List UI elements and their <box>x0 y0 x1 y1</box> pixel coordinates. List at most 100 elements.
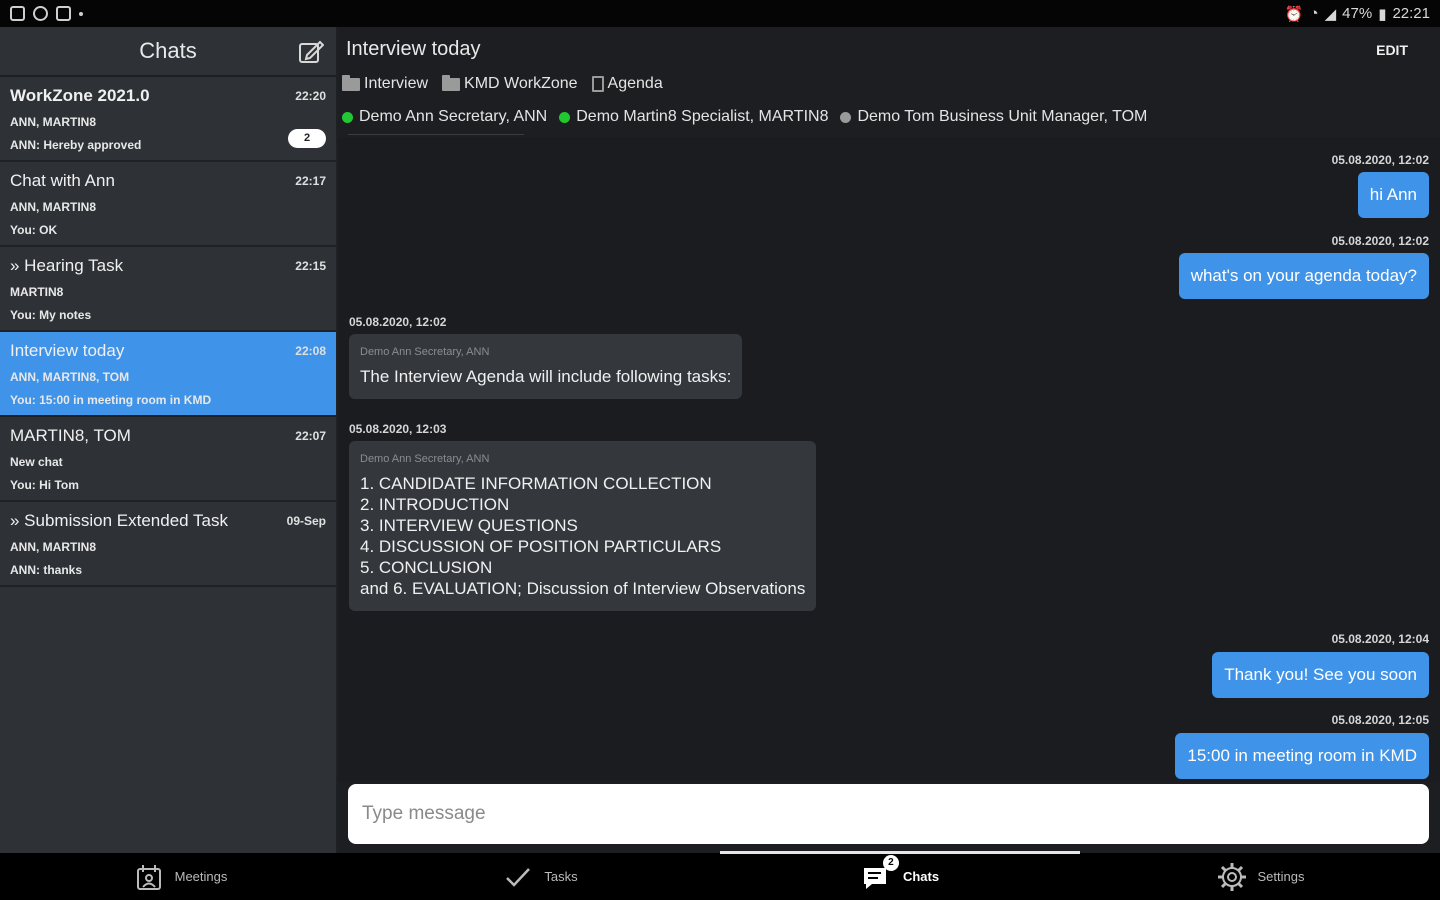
participant-list: Demo Ann Secretary, ANN Demo Martin8 Spe… <box>342 108 1147 126</box>
nav-label: Chats <box>902 869 940 884</box>
message-timestamp: 05.08.2020, 12:02 <box>1331 153 1429 167</box>
message-text: 3. INTERVIEW QUESTIONS <box>360 516 578 535</box>
message-timestamp: 05.08.2020, 12:02 <box>1331 234 1429 248</box>
chat-preview: You: Hi Tom <box>10 478 79 492</box>
folder-label: Interview <box>364 75 429 92</box>
status-icons-left <box>10 6 83 21</box>
message-timestamp: 05.08.2020, 12:03 <box>349 422 447 436</box>
message-list[interactable]: 05.08.2020, 12:02 hi Ann 05.08.2020, 12:… <box>338 137 1440 782</box>
message-timestamp: 05.08.2020, 12:04 <box>1331 632 1429 646</box>
chat-list-item[interactable]: MARTIN8, TOM 22:07 New chat You: Hi Tom <box>0 417 336 502</box>
message-text: and 6. EVALUATION; Discussion of Intervi… <box>360 579 806 598</box>
online-status-icon <box>342 111 353 123</box>
chat-name: Chat with Ann <box>10 171 115 190</box>
message-text: 2. INTRODUCTION <box>360 495 510 514</box>
chat-icon-wrapper: 2 <box>861 854 899 893</box>
chat-preview: You: My notes <box>10 308 92 322</box>
chat-preview: ANN: Hereby approved <box>10 138 142 152</box>
signal-icon: ◢ <box>1324 5 1337 23</box>
message-text: 1. CANDIDATE INFORMATION COLLECTION <box>360 474 712 493</box>
chat-members: ANN, MARTIN8 <box>10 200 96 214</box>
chat-name: » Submission Extended Task <box>10 511 228 530</box>
nav-chats[interactable]: 2 Chats <box>720 851 1080 900</box>
chat-name: WorkZone 2021.0 <box>10 86 150 105</box>
chat-preview: ANN: thanks <box>10 563 83 577</box>
chat-name: Interview today <box>10 341 125 360</box>
alarm-icon: ⏰ <box>1284 5 1304 23</box>
conversation-pane: Interview today EDIT Interview KMD WorkZ… <box>338 27 1440 853</box>
chat-time: 22:15 <box>295 259 326 273</box>
chat-preview: You: 15:00 in meeting room in KMD <box>10 393 212 407</box>
message-timestamp: 05.08.2020, 12:05 <box>1331 713 1429 727</box>
nav-tasks[interactable]: Tasks <box>360 853 720 900</box>
participant[interactable]: Demo Tom Business Unit Manager, TOM <box>840 108 1147 126</box>
nav-meetings[interactable]: Meetings <box>0 853 360 900</box>
document-label: Agenda <box>607 75 663 92</box>
document-icon <box>591 76 604 92</box>
participant-name: Demo Ann Secretary, ANN <box>359 108 548 125</box>
nav-label: Tasks <box>544 869 578 884</box>
chat-time: 22:08 <box>295 344 326 358</box>
gear-icon <box>1217 862 1246 891</box>
incoming-message[interactable]: Demo Ann Secretary, ANN 1. CANDIDATE INF… <box>349 441 817 611</box>
folder-link[interactable]: Interview <box>342 74 429 93</box>
folder-link[interactable]: KMD WorkZone <box>442 74 578 93</box>
wifi-icon: ◔ <box>1309 5 1319 22</box>
folder-icon <box>342 74 360 91</box>
participant[interactable]: Demo Ann Secretary, ANN <box>342 108 547 126</box>
message-input[interactable] <box>362 803 1415 825</box>
chats-badge: 2 <box>882 854 899 871</box>
message-text: 5. CONCLUSION <box>360 558 493 577</box>
chat-list-item[interactable]: WorkZone 2021.0 22:20 ANN, MARTIN8 ANN: … <box>0 77 336 162</box>
chat-time: 22:07 <box>295 429 326 443</box>
outgoing-message[interactable]: Thank you! See you soon <box>1212 652 1429 698</box>
outgoing-message[interactable]: hi Ann <box>1357 172 1429 218</box>
chat-list-item[interactable]: Chat with Ann 22:17 ANN, MARTIN8 You: OK <box>0 162 336 247</box>
chat-list-item[interactable]: » Hearing Task 22:15 MARTIN8 You: My not… <box>0 247 336 332</box>
status-bar: ⏰ ◔ ◢ 47% ▮ 22:21 <box>0 0 1440 27</box>
chat-members: ANN, MARTIN8, TOM <box>10 370 130 384</box>
offline-status-icon <box>840 111 852 123</box>
chat-members: MARTIN8 <box>10 285 64 299</box>
message-sender: Demo Ann Secretary, ANN <box>360 346 490 358</box>
sidebar-header: Chats <box>0 27 336 77</box>
status-icons-right: ⏰ ◔ ◢ 47% ▮ 22:21 <box>1285 5 1430 23</box>
shop-icon <box>56 6 71 21</box>
message-sender: Demo Ann Secretary, ANN <box>360 453 490 465</box>
document-link[interactable]: Agenda <box>591 75 663 93</box>
outgoing-message[interactable]: 15:00 in meeting room in KMD <box>1175 733 1429 779</box>
battery-icon: ▮ <box>1378 5 1387 23</box>
online-status-icon <box>559 111 571 123</box>
chat-name: » Hearing Task <box>10 256 124 275</box>
chat-time: 22:20 <box>295 89 326 103</box>
checkmark-icon <box>506 867 531 887</box>
chat-preview: You: OK <box>10 223 58 237</box>
chat-members: ANN, MARTIN8 <box>10 115 96 129</box>
conversation-title: Interview today <box>346 38 481 60</box>
sync-icon <box>33 6 48 21</box>
chat-time: 22:17 <box>295 174 326 188</box>
linked-folders: Interview KMD WorkZone Agenda <box>342 74 663 93</box>
participant-name: Demo Martin8 Specialist, MARTIN8 <box>576 108 829 125</box>
message-text: The Interview Agenda will include follow… <box>360 367 732 386</box>
outgoing-message[interactable]: what's on your agenda today? <box>1178 253 1429 299</box>
chat-list-item-selected[interactable]: Interview today 22:08 ANN, MARTIN8, TOM … <box>0 332 336 417</box>
nav-label: Meetings <box>174 869 228 884</box>
participant[interactable]: Demo Martin8 Specialist, MARTIN8 <box>559 108 828 126</box>
battery-percent: 47% <box>1342 5 1373 22</box>
chat-list-item[interactable]: » Submission Extended Task 09-Sep ANN, M… <box>0 502 336 587</box>
conversation-header: Interview today EDIT Interview KMD WorkZ… <box>338 27 1440 137</box>
message-composer <box>348 784 1429 844</box>
gallery-icon <box>10 6 25 21</box>
incoming-message[interactable]: Demo Ann Secretary, ANN The Interview Ag… <box>349 334 743 399</box>
unread-badge: 2 <box>288 129 326 148</box>
compose-icon[interactable] <box>298 39 324 65</box>
nav-label: Settings <box>1257 869 1305 884</box>
chat-time: 09-Sep <box>286 514 326 528</box>
header-divider <box>348 134 524 135</box>
folder-label: KMD WorkZone <box>464 75 578 92</box>
nav-settings[interactable]: Settings <box>1080 853 1440 900</box>
edit-button[interactable]: EDIT <box>1376 42 1408 58</box>
clock: 22:21 <box>1392 5 1430 22</box>
bottom-navigation: Meetings Tasks 2 Chats Settings <box>0 851 1440 900</box>
